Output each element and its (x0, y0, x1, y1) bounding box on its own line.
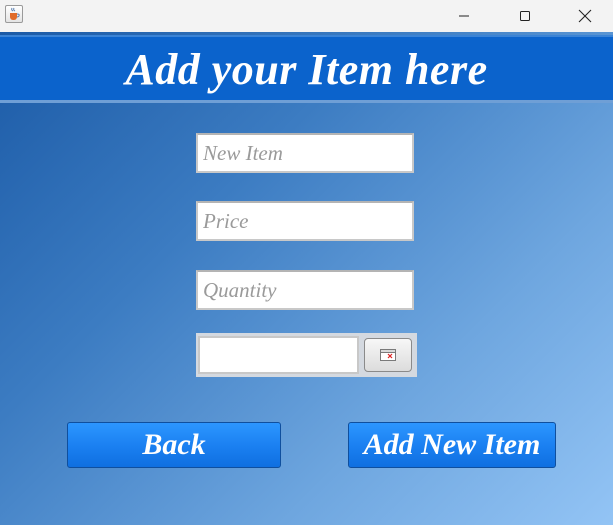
maximize-icon (520, 11, 530, 21)
calendar-icon (380, 349, 396, 361)
quantity-input[interactable] (196, 270, 414, 310)
content-panel: Add your Item here Back Add New Item (0, 32, 613, 525)
date-picker (196, 333, 417, 377)
date-input[interactable] (198, 336, 359, 374)
close-button[interactable] (562, 0, 608, 32)
price-input[interactable] (196, 201, 414, 241)
close-icon (578, 9, 592, 23)
item-name-input[interactable] (196, 133, 414, 173)
java-cup-icon (5, 5, 23, 23)
minimize-icon (459, 15, 469, 17)
title-bar (0, 0, 613, 32)
date-picker-button[interactable] (364, 338, 412, 372)
maximize-button[interactable] (502, 0, 548, 32)
minimize-button[interactable] (441, 0, 487, 32)
page-title: Add your Item here (125, 45, 488, 94)
add-new-item-button[interactable]: Add New Item (348, 422, 556, 468)
header-banner: Add your Item here (0, 35, 613, 103)
app-window: Add your Item here Back Add New Item (0, 0, 613, 525)
back-button[interactable]: Back (67, 422, 281, 468)
